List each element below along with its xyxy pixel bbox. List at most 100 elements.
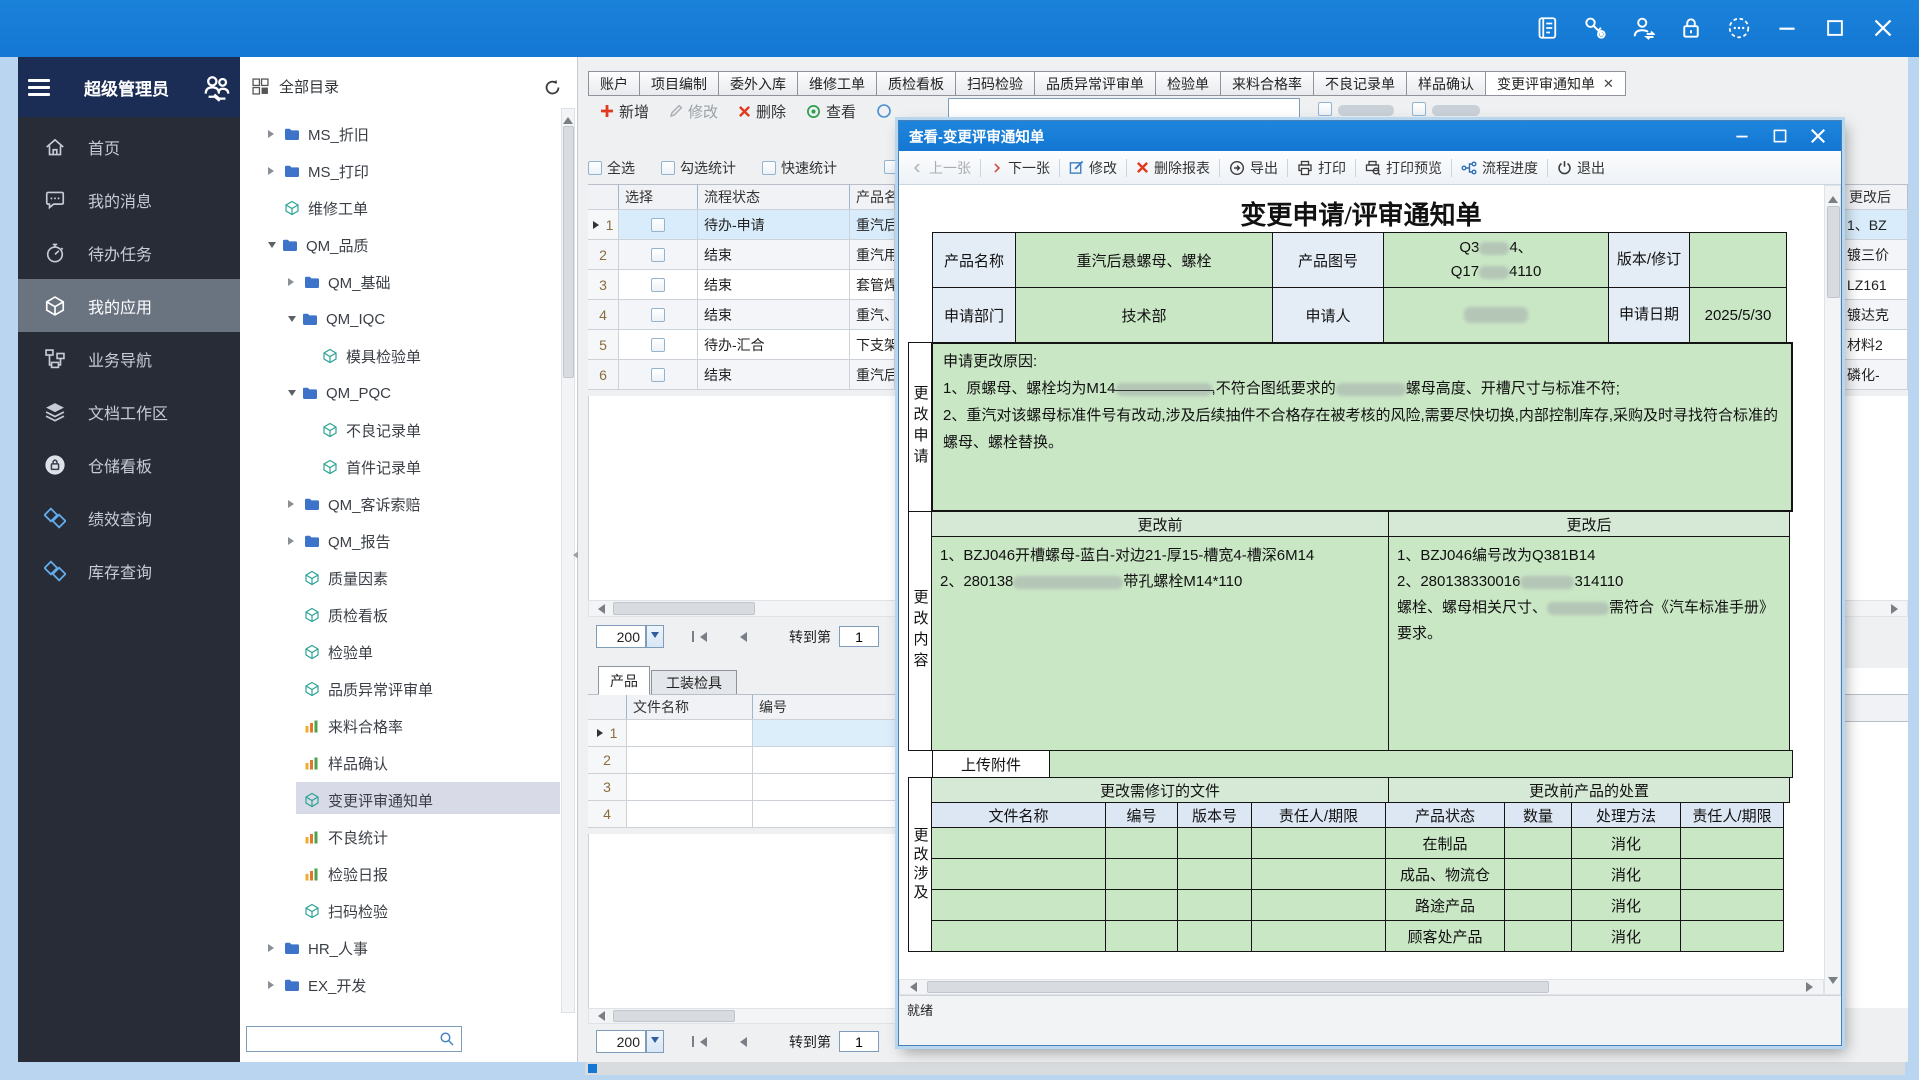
tab-qc-board[interactable]: 质检看板	[876, 71, 955, 96]
refresh-icon[interactable]	[543, 78, 562, 97]
caret-expanded-icon[interactable]	[268, 242, 276, 252]
sidebar-item-doc-workspace[interactable]: 文档工作区	[18, 385, 240, 438]
tree-item-report[interactable]: 维修工单	[284, 192, 368, 224]
check-stats-checkbox[interactable]	[661, 161, 675, 175]
sidebar-item-todo-tasks[interactable]: 待办任务	[18, 226, 240, 279]
sidebar-item-messages[interactable]: 我的消息	[18, 173, 240, 226]
tree-item-report[interactable]: 品质异常评审单	[304, 673, 433, 705]
row-checkbox[interactable]	[651, 308, 665, 322]
sidebar-item-warehouse-board[interactable]: 仓储看板	[18, 438, 240, 491]
table-row[interactable]: 4 结束 重汽、	[588, 299, 898, 330]
close-button[interactable]	[1869, 14, 1897, 42]
dialog-edit-button[interactable]: 修改	[1069, 158, 1117, 178]
search-icon[interactable]	[439, 1031, 455, 1047]
key-settings-icon[interactable]	[1581, 14, 1609, 42]
col-number[interactable]: 编号	[752, 694, 896, 720]
tab-quality-review[interactable]: 品质异常评审单	[1034, 71, 1155, 96]
dialog-v-scrollbar[interactable]	[1824, 185, 1841, 995]
tab-sample-confirm[interactable]: 样品确认	[1406, 71, 1485, 96]
col-status[interactable]: 流程状态	[697, 184, 850, 210]
tree-item-chart[interactable]: 来料合格率	[304, 710, 403, 742]
lower-tab-product[interactable]: 产品	[598, 666, 650, 695]
row-checkbox[interactable]	[651, 218, 665, 232]
prev-record-button[interactable]: 上一张	[911, 158, 971, 178]
sidebar-item-home[interactable]: 首页	[18, 120, 240, 173]
journal-icon[interactable]	[1533, 14, 1561, 42]
hamburger-menu-icon[interactable]	[28, 75, 50, 100]
dialog-maximize-button[interactable]	[1769, 126, 1791, 146]
minimize-button[interactable]	[1773, 14, 1801, 42]
dialog-h-scrollbar[interactable]	[899, 979, 1824, 995]
table-row[interactable]: 1	[588, 719, 898, 747]
tab-account[interactable]: 账户	[588, 71, 639, 96]
sidebar-item-inventory-query[interactable]: 库存查询	[18, 544, 240, 597]
option-checkbox[interactable]	[1318, 102, 1332, 116]
tab-inspection[interactable]: 检验单	[1155, 71, 1220, 96]
tree-item-folder[interactable]: QM_客诉索赔	[288, 488, 421, 520]
edit-button[interactable]: 修改	[669, 101, 718, 122]
tab-change-review-active[interactable]: 变更评审通知单✕	[1485, 71, 1626, 96]
refresh-button-partial[interactable]	[876, 103, 892, 119]
option-checkbox[interactable]	[1412, 102, 1426, 116]
more-options-icon[interactable]	[1725, 14, 1753, 42]
page-size-dropdown[interactable]	[646, 625, 664, 648]
lower-h-scrollbar[interactable]	[588, 1008, 898, 1024]
tree-item-folder[interactable]: EX_开发	[268, 969, 366, 1001]
print-button[interactable]: 打印	[1297, 158, 1346, 178]
table-row[interactable]: 3 结束 套管焊	[588, 269, 898, 300]
close-tab-icon[interactable]: ✕	[1603, 76, 1614, 92]
tree-item-folder[interactable]: MS_折旧	[268, 118, 369, 150]
goto-page-input[interactable]	[839, 1031, 879, 1052]
tree-item-folder[interactable]: QM_报告	[288, 525, 391, 557]
tree-item-report-selected[interactable]: 变更评审通知单	[304, 784, 433, 816]
delete-report-button[interactable]: 删除报表	[1136, 158, 1210, 178]
switch-role-icon[interactable]	[202, 72, 232, 102]
page-size-value[interactable]: 200	[596, 1030, 646, 1053]
grid-search-input[interactable]	[948, 98, 1300, 121]
tree-item-chart[interactable]: 样品确认	[304, 747, 388, 779]
quick-stats-checkbox[interactable]	[762, 161, 776, 175]
tree-item-folder[interactable]: QM_品质	[268, 229, 369, 261]
tab-project[interactable]: 项目编制	[639, 71, 718, 96]
sidebar-item-business-nav[interactable]: 业务导航	[18, 332, 240, 385]
row-checkbox[interactable]	[651, 338, 665, 352]
tree-item-report[interactable]: 质检看板	[304, 599, 388, 631]
table-row[interactable]: 2 结束 重汽用	[588, 239, 898, 270]
table-row[interactable]: 3	[588, 773, 898, 801]
sidebar-item-performance-query[interactable]: 绩效查询	[18, 491, 240, 544]
table-row[interactable]: 6 结束 重汽后	[588, 359, 898, 390]
upload-attachment-button[interactable]: 上传附件	[932, 750, 1050, 778]
tree-item-folder[interactable]: QM_PQC	[288, 377, 391, 409]
tree-item-folder[interactable]: QM_基础	[288, 266, 391, 298]
row-checkbox[interactable]	[651, 368, 665, 382]
switch-user-icon[interactable]	[1629, 14, 1657, 42]
first-page-button[interactable]	[692, 1036, 707, 1047]
select-all-checkbox[interactable]	[588, 161, 602, 175]
tree-item-folder[interactable]: HR_人事	[268, 932, 368, 964]
partial-checkbox[interactable]	[884, 160, 898, 174]
first-page-button[interactable]	[692, 631, 707, 642]
dialog-minimize-button[interactable]	[1731, 126, 1753, 146]
exit-button[interactable]: 退出	[1557, 158, 1605, 178]
lock-icon[interactable]	[1677, 14, 1705, 42]
page-size-value[interactable]: 200	[596, 625, 646, 648]
caret-collapsed-icon[interactable]	[268, 130, 278, 138]
col-change-after[interactable]: 更改后	[1843, 184, 1908, 210]
lower-tab-tooling[interactable]: 工装检具	[651, 670, 737, 695]
table-row[interactable]: 1 待办-申请 重汽后	[588, 209, 898, 240]
table-row[interactable]: 5 待办-汇合 下支架	[588, 329, 898, 360]
col-select[interactable]: 选择	[618, 184, 698, 210]
tree-item-chart[interactable]: 不良统计	[304, 821, 388, 853]
view-button[interactable]: 查看	[806, 101, 856, 122]
tab-incoming-rate[interactable]: 来料合格率	[1220, 71, 1313, 96]
tree-item-report[interactable]: 模具检验单	[322, 340, 421, 372]
export-button[interactable]: 导出	[1229, 158, 1278, 178]
tree-search-input[interactable]	[246, 1026, 462, 1052]
page-size-dropdown[interactable]	[646, 1030, 664, 1053]
dialog-close-button[interactable]	[1807, 126, 1829, 146]
print-preview-button[interactable]: 打印预览	[1365, 158, 1442, 178]
dialog-titlebar[interactable]: 查看-变更评审通知单	[899, 121, 1841, 151]
prev-page-button[interactable]	[735, 1037, 747, 1047]
col-file-name[interactable]: 文件名称	[626, 694, 753, 720]
tree-item-report[interactable]: 质量因素	[304, 562, 388, 594]
